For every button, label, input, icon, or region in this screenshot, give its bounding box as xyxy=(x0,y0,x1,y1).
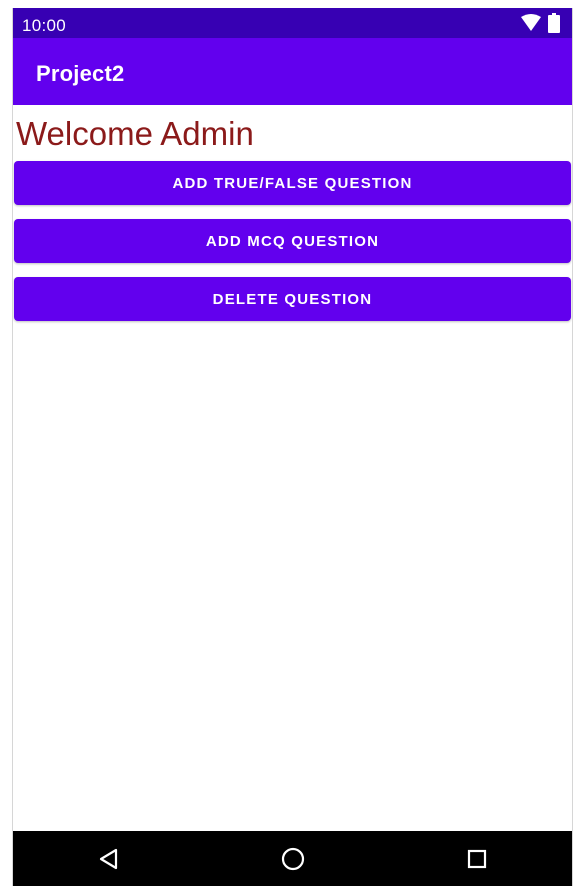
navigation-bar xyxy=(13,831,572,886)
wifi-icon xyxy=(520,14,542,37)
status-time: 10:00 xyxy=(22,16,67,35)
home-icon[interactable] xyxy=(279,845,307,873)
battery-icon xyxy=(548,13,560,38)
app-title: Project2 xyxy=(36,61,125,86)
back-icon[interactable] xyxy=(95,845,123,873)
recents-icon[interactable] xyxy=(463,845,491,873)
welcome-heading: Welcome Admin xyxy=(16,115,254,152)
phone-screen: 10:00 Project2 Welcome Admin ADD TRUE/FA… xyxy=(12,8,573,886)
app-bar: Project2 xyxy=(13,38,572,105)
add-true-false-question-button[interactable]: ADD TRUE/FALSE QUESTION xyxy=(14,161,571,205)
delete-question-button[interactable]: DELETE QUESTION xyxy=(14,277,571,321)
status-bar: 10:00 xyxy=(13,8,572,38)
status-icons xyxy=(520,13,560,38)
add-mcq-question-button[interactable]: ADD MCQ QUESTION xyxy=(14,219,571,263)
